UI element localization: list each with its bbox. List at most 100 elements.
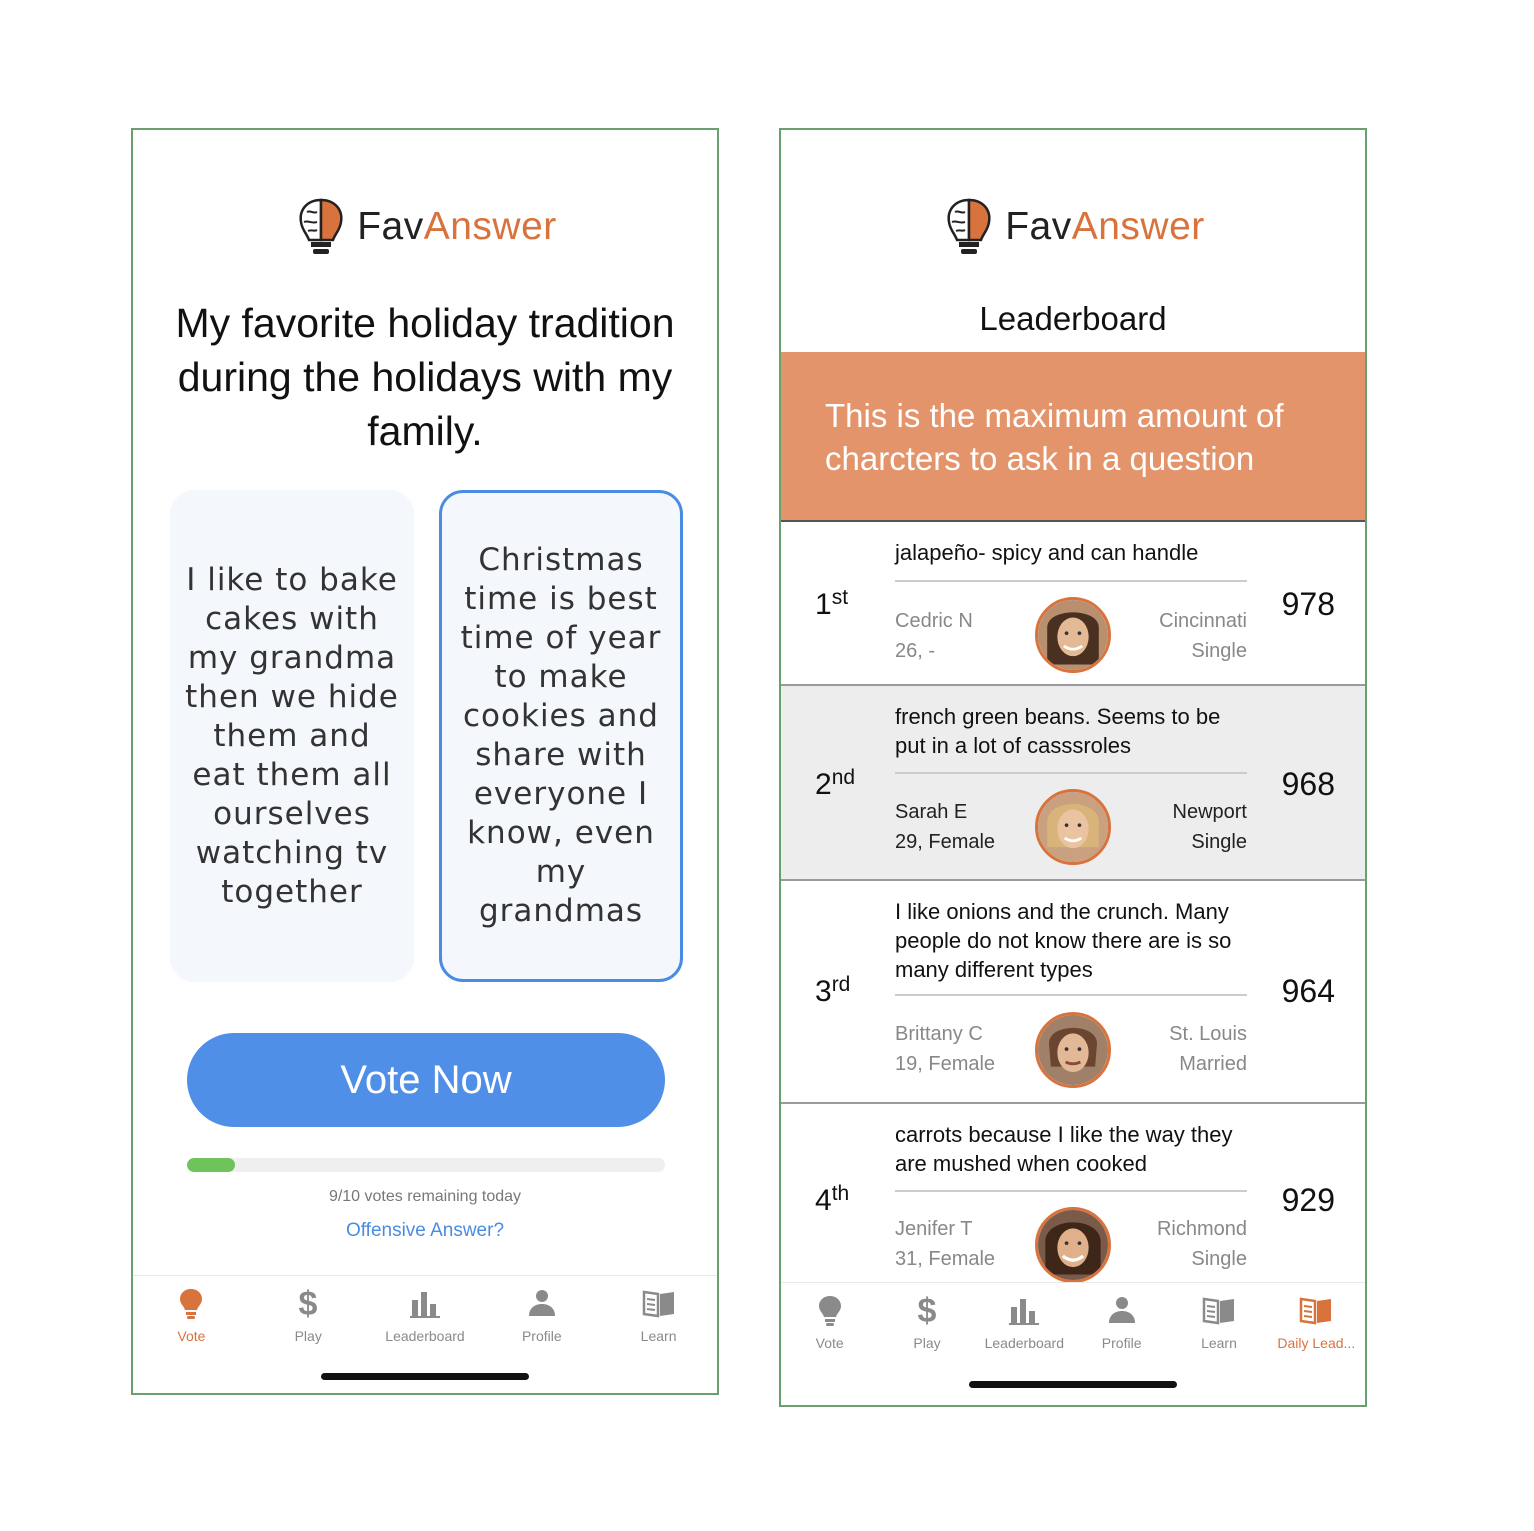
rank-suffix: st xyxy=(831,586,849,609)
tab-label: Leaderboard xyxy=(984,1335,1065,1351)
user-city: St. Louis xyxy=(1169,1023,1247,1045)
tab-label: Profile xyxy=(1101,1335,1142,1351)
user-city: Newport xyxy=(1172,801,1247,823)
user-details: 19, Female xyxy=(895,1053,996,1075)
tab-daily-leaderboard[interactable]: Daily Lead... xyxy=(1268,1293,1365,1382)
entry-score: 968 xyxy=(1281,766,1335,802)
divider xyxy=(895,772,1247,774)
avatar[interactable] xyxy=(1035,789,1111,865)
vote-now-button[interactable]: Vote Now xyxy=(187,1033,665,1127)
question-text: My favorite holiday tradition during the… xyxy=(175,300,675,454)
user-status: Single xyxy=(1191,1248,1247,1270)
user-location: Cincinnati Single xyxy=(1159,606,1247,666)
tab-label: Daily Lead... xyxy=(1277,1335,1356,1351)
user-city: Cincinnati xyxy=(1159,610,1247,632)
leaderboard-row[interactable]: 2nd french green beans. Seems to be put … xyxy=(781,686,1365,881)
user-info: Jenifer T 31, Female xyxy=(895,1214,995,1274)
rank-label: 3rd xyxy=(815,973,850,1009)
answer-card-1[interactable]: I like to bake cakes with my grandma the… xyxy=(170,490,414,982)
user-location: Richmond Single xyxy=(1157,1214,1247,1274)
lightbulb-icon xyxy=(818,1296,841,1326)
avatar[interactable] xyxy=(1035,1207,1111,1283)
user-location: St. Louis Married xyxy=(1169,1019,1247,1079)
page-title: Leaderboard xyxy=(979,300,1167,337)
brain-bulb-icon xyxy=(947,198,991,254)
tab-label: Vote xyxy=(815,1335,844,1351)
user-info: Sarah E 29, Female xyxy=(895,797,995,857)
entry-score: 929 xyxy=(1281,1182,1335,1218)
rank-label: 4th xyxy=(815,1182,849,1218)
leaderboard-row[interactable]: 1st jalapeño- spicy and can handle Cedri… xyxy=(781,520,1365,686)
tab-learn[interactable]: Learn xyxy=(600,1286,717,1375)
rank-number: 2 xyxy=(815,768,832,801)
brain-bulb-icon xyxy=(299,198,343,254)
tab-profile[interactable]: Profile xyxy=(1073,1293,1170,1382)
leaderboard-row[interactable]: 4th carrots because I like the way they … xyxy=(781,1104,1365,1304)
book-icon xyxy=(642,1290,674,1318)
user-details: 26, - xyxy=(895,640,936,662)
offensive-answer-link[interactable]: Offensive Answer? xyxy=(133,1220,717,1242)
question-banner: This is the maximum amount of charcters … xyxy=(781,352,1365,522)
tab-leaderboard[interactable]: Leaderboard xyxy=(367,1286,484,1375)
logo-text-fav: Fav xyxy=(357,205,424,248)
person-icon xyxy=(1108,1297,1135,1323)
tab-play[interactable]: $ Play xyxy=(250,1286,367,1375)
user-status: Married xyxy=(1179,1053,1247,1075)
user-name: Jenifer T xyxy=(895,1218,973,1240)
rank-label: 1st xyxy=(815,586,848,622)
tab-label: Learn xyxy=(1201,1335,1237,1351)
tab-vote[interactable]: Vote xyxy=(781,1293,878,1382)
avatar[interactable] xyxy=(1035,597,1111,673)
entry-answer: french green beans. Seems to be put in a… xyxy=(895,704,1221,758)
answer-card-2-selected[interactable]: Christmas time is best time of year to m… xyxy=(439,490,683,982)
tab-label: Play xyxy=(294,1328,322,1344)
user-name: Sarah E xyxy=(895,801,968,823)
home-indicator[interactable] xyxy=(321,1373,529,1380)
entry-answer: jalapeño- spicy and can handle xyxy=(895,540,1199,565)
avatar[interactable] xyxy=(1035,1012,1111,1088)
user-details: 31, Female xyxy=(895,1248,996,1270)
rank-number: 3 xyxy=(815,975,832,1008)
user-status: Single xyxy=(1191,640,1247,662)
user-location: Newport Single xyxy=(1173,797,1247,857)
votes-progress-bar xyxy=(187,1158,665,1172)
tab-play[interactable]: $ Play xyxy=(878,1293,975,1382)
tab-label: Leaderboard xyxy=(385,1328,465,1344)
tab-vote[interactable]: Vote xyxy=(133,1286,250,1375)
logo-text-answer: Answer xyxy=(423,205,557,248)
person-icon xyxy=(528,1290,555,1316)
bar-chart-icon xyxy=(409,1292,440,1318)
user-info: Brittany C 19, Female xyxy=(895,1019,995,1079)
tab-learn[interactable]: Learn xyxy=(1170,1293,1267,1382)
entry-score: 978 xyxy=(1281,586,1335,622)
bar-chart-icon xyxy=(1009,1299,1040,1325)
entry-score: 964 xyxy=(1281,973,1335,1009)
app-name: FavAnswer xyxy=(1005,205,1205,249)
user-city: Richmond xyxy=(1156,1218,1247,1240)
leaderboard-list: 1st jalapeño- spicy and can handle Cedri… xyxy=(781,520,1365,1304)
home-indicator[interactable] xyxy=(969,1381,1177,1388)
book-icon xyxy=(1202,1297,1234,1325)
rank-number: 1 xyxy=(815,588,832,621)
app-name: FavAnswer xyxy=(357,205,557,249)
user-info: Cedric N 26, - xyxy=(895,606,973,666)
vote-screen: FavAnswer My favorite holiday tradition … xyxy=(131,128,719,1395)
leaderboard-row[interactable]: 3rd I like onions and the crunch. Many p… xyxy=(781,881,1365,1104)
book-open-icon xyxy=(1300,1297,1332,1325)
lightbulb-icon xyxy=(180,1289,203,1319)
entry-answer: I like onions and the crunch. Many peopl… xyxy=(895,899,1232,982)
tab-leaderboard[interactable]: Leaderboard xyxy=(976,1293,1073,1382)
divider xyxy=(895,1190,1247,1192)
rank-suffix: th xyxy=(831,1182,850,1205)
answer-text: Christmas time is best time of year to m… xyxy=(460,542,662,929)
tab-label: Vote xyxy=(177,1328,206,1344)
leaderboard-screen: FavAnswer Leaderboard This is the maximu… xyxy=(779,128,1367,1407)
user-details: 29, Female xyxy=(895,831,996,853)
user-status: Single xyxy=(1191,831,1247,853)
logo-text-answer: Answer xyxy=(1071,205,1205,248)
tab-bar: Vote $ Play Leaderboard Profile Learn xyxy=(133,1275,717,1375)
answer-text: I like to bake cakes with my grandma the… xyxy=(185,561,399,910)
tab-profile[interactable]: Profile xyxy=(483,1286,600,1375)
entry-answer: carrots because I like the way they are … xyxy=(895,1122,1233,1176)
tab-label: Play xyxy=(913,1335,941,1351)
